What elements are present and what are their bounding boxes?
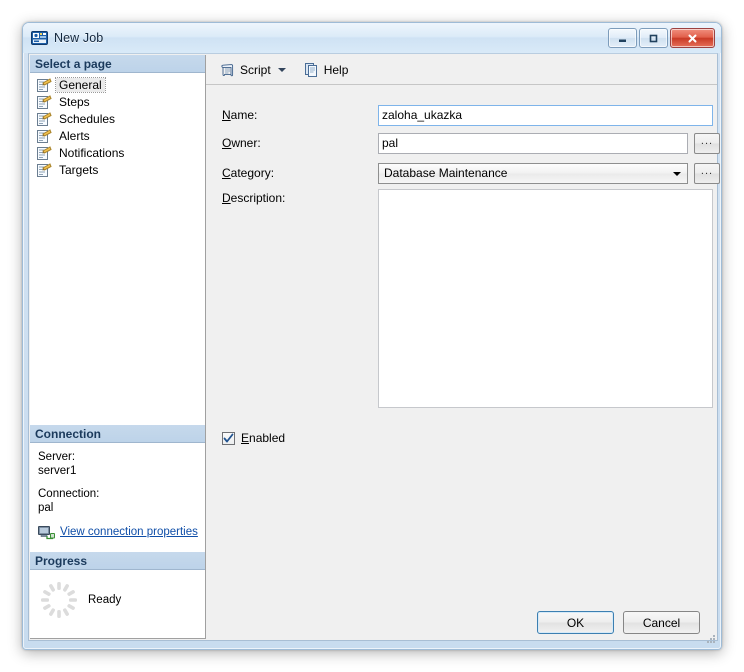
connection-header: Connection [30,425,205,443]
category-selected-value: Database Maintenance [384,165,508,180]
window-title: New Job [54,31,104,45]
script-icon [220,62,236,78]
right-panel: Script Help Name: zaloha_ukazka Owner: p… [206,55,720,639]
category-label: Category: [222,166,275,180]
category-row: Category: Database Maintenance ... [206,157,720,189]
resize-grip[interactable] [704,633,717,646]
connection-section: Connection Server: server1 Connection: p… [30,425,205,548]
sidebar-item-notifications[interactable]: Notifications [34,144,205,161]
server-label: Server: [38,451,76,463]
owner-input[interactable]: pal [378,132,688,154]
page-icon [36,94,52,110]
owner-label: Owner: [222,136,261,150]
select-a-page-header: Select a page [30,55,205,73]
close-button[interactable] [670,28,715,48]
sidebar-item-steps[interactable]: Steps [34,93,205,110]
page-icon [36,162,52,178]
sidebar-item-schedules[interactable]: Schedules [34,110,205,127]
minimize-button[interactable] [608,28,637,48]
cancel-button[interactable]: Cancel [623,611,700,634]
enabled-checkbox[interactable] [222,431,235,445]
page-icon [36,145,52,161]
page-list: General Steps Schedules Alerts Notificat… [30,73,205,178]
general-page-form: Name: zaloha_ukazka Owner: pal ... Categ… [206,85,720,445]
chevron-down-icon[interactable] [673,171,681,176]
sidebar-item-label: Alerts [59,128,90,143]
help-button[interactable]: Help [299,58,354,82]
sidebar-item-label: Schedules [59,111,116,126]
sidebar-item-label: General [55,76,106,93]
toolbar: Script Help [206,55,717,85]
progress-header: Progress [30,552,205,570]
chevron-down-icon[interactable] [277,67,286,72]
dialog-button-bar: OK Cancel [28,611,718,634]
description-label: Description: [222,191,286,205]
name-input[interactable]: zaloha_ukazka [378,104,713,126]
connection-value: pal [38,502,54,514]
sidebar-item-general[interactable]: General [34,76,205,93]
help-icon [304,62,320,78]
new-job-dialog-window: New Job Select a page General Steps Sche… [22,22,722,650]
left-panel: Select a page General Steps Schedules Al… [30,55,206,639]
category-browse-button[interactable]: ... [694,162,720,184]
connection-body: Server: server1 Connection: pal View con… [30,443,205,548]
owner-browse-button[interactable]: ... [694,132,720,154]
server-connection-icon [38,524,55,540]
owner-row: Owner: pal ... [206,129,720,157]
help-button-label: Help [323,62,349,77]
sidebar-item-label: Steps [59,94,90,109]
sidebar-item-alerts[interactable]: Alerts [34,127,205,144]
script-button[interactable]: Script [215,58,291,82]
ssms-job-icon [31,30,48,46]
progress-status-text: Ready [88,594,122,606]
description-textarea[interactable] [378,189,713,408]
server-value: server1 [38,465,77,477]
page-icon [36,77,52,93]
category-select[interactable]: Database Maintenance [378,162,688,184]
ok-button[interactable]: OK [537,611,614,634]
page-icon [36,111,52,127]
window-controls [608,28,715,48]
sidebar-item-label: Targets [59,162,99,177]
enabled-label: Enabled [241,431,286,445]
maximize-button[interactable] [639,28,668,48]
sidebar-item-label: Notifications [59,145,125,160]
description-row: Description: [206,189,717,417]
view-connection-properties-link[interactable]: View connection properties [60,525,198,539]
name-row: Name: zaloha_ukazka [206,101,717,129]
name-label: Name: [222,108,258,122]
dialog-client-area: Select a page General Steps Schedules Al… [28,53,720,641]
title-bar[interactable]: New Job [23,23,721,53]
sidebar-item-targets[interactable]: Targets [34,161,205,178]
view-connection-properties-row[interactable]: View connection properties [38,524,198,540]
script-button-label: Script [240,62,271,77]
enabled-row[interactable]: Enabled [206,431,717,445]
page-icon [36,128,52,144]
connection-label: Connection: [38,488,100,500]
